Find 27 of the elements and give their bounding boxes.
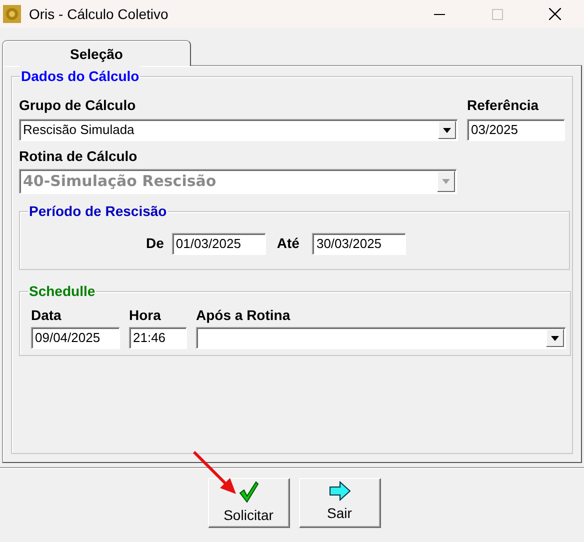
close-icon xyxy=(549,8,561,20)
date-field[interactable]: 09/04/2025 xyxy=(31,327,120,349)
field-label: Data xyxy=(31,306,62,325)
field-label: De xyxy=(146,234,164,253)
routine-after-select[interactable] xyxy=(196,327,566,349)
field-label: Hora xyxy=(129,306,162,325)
caret-icon xyxy=(443,128,451,132)
app-icon xyxy=(3,5,21,23)
reference-field[interactable]: 03/2025 xyxy=(467,119,565,141)
annotation-arrow xyxy=(192,450,238,496)
field-label: Após a Rotina xyxy=(196,306,292,325)
field-label: Grupo de Cálculo xyxy=(19,96,137,115)
exit-button[interactable]: Sair xyxy=(298,478,380,528)
window-title: Oris - Cálculo Coletivo xyxy=(29,4,168,24)
caret-icon xyxy=(551,336,559,340)
arrow-right-icon xyxy=(328,481,350,501)
field-label: Referência xyxy=(467,96,540,115)
group-select[interactable]: Rescisão Simulada xyxy=(19,119,458,141)
time-field[interactable]: 21:46 xyxy=(129,327,187,349)
tab[interactable]: Seleção xyxy=(2,40,191,66)
end-date-field[interactable]: 30/03/2025 xyxy=(312,232,406,254)
checkmark-icon xyxy=(238,481,258,503)
field-label: Rotina de Cálculo xyxy=(19,147,138,166)
field-label: Até xyxy=(276,234,300,253)
start-date-field[interactable]: 01/03/2025 xyxy=(172,232,266,254)
caret-icon xyxy=(442,179,450,184)
submit-button[interactable]: Solicitar xyxy=(208,478,290,528)
